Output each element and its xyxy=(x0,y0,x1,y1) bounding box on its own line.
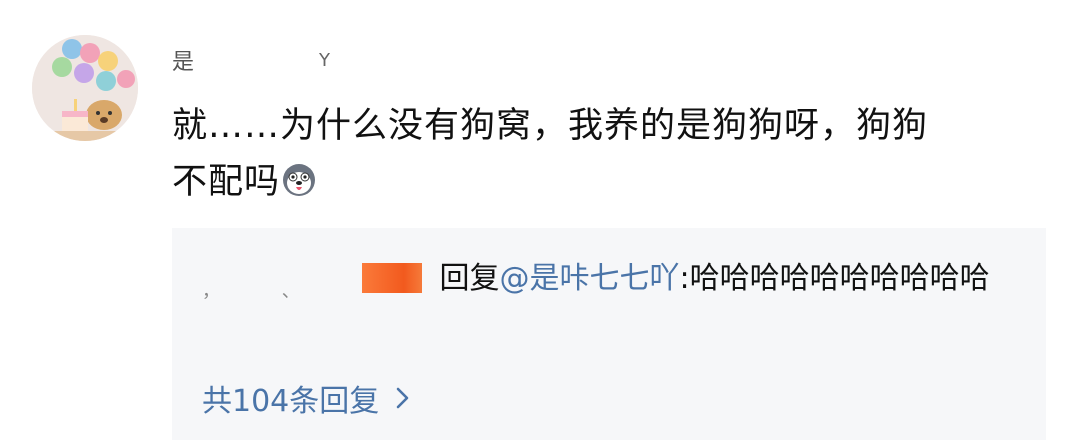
reply-username-fragments: ， 、 xyxy=(202,281,328,302)
reply-username-highlight xyxy=(362,263,422,293)
reply-preview-box[interactable]: ， 、 回复@是咔七七吖:哈哈哈哈哈哈哈哈哈哈 共104条回复 xyxy=(172,228,1046,440)
username-visible-start: 是 xyxy=(172,50,196,75)
comment-body: 就……为什么没有狗窝，我养的是狗狗呀，狗狗 不配吗 xyxy=(172,98,1032,210)
comment-text-line-2: 不配吗 xyxy=(172,154,1032,210)
avatar-birthday-image xyxy=(32,35,138,141)
reply-username[interactable]: ， 、 xyxy=(202,259,430,302)
reply-line: ， 、 回复@是咔七七吖:哈哈哈哈哈哈哈哈哈哈 xyxy=(202,254,1022,304)
comment-text-line-2-text: 不配吗 xyxy=(172,162,281,202)
view-all-replies-link[interactable]: 共104条回复 xyxy=(202,376,413,420)
chevron-right-icon xyxy=(396,387,409,409)
reply-action: 回复 xyxy=(439,261,500,296)
more-replies-label: 共104条回复 xyxy=(202,384,380,419)
username-redaction xyxy=(203,42,312,78)
comment-username[interactable]: 是 Y xyxy=(172,42,330,78)
comment-text-line-1: 就……为什么没有狗窝，我养的是狗狗呀，狗狗 xyxy=(172,106,929,146)
username-visible-end: Y xyxy=(319,49,331,71)
avatar[interactable] xyxy=(32,35,138,141)
husky-emoji-icon xyxy=(283,164,316,196)
reply-text: :哈哈哈哈哈哈哈哈哈哈 xyxy=(679,261,990,296)
reply-mention-link[interactable]: @是咔七七吖 xyxy=(500,261,680,296)
